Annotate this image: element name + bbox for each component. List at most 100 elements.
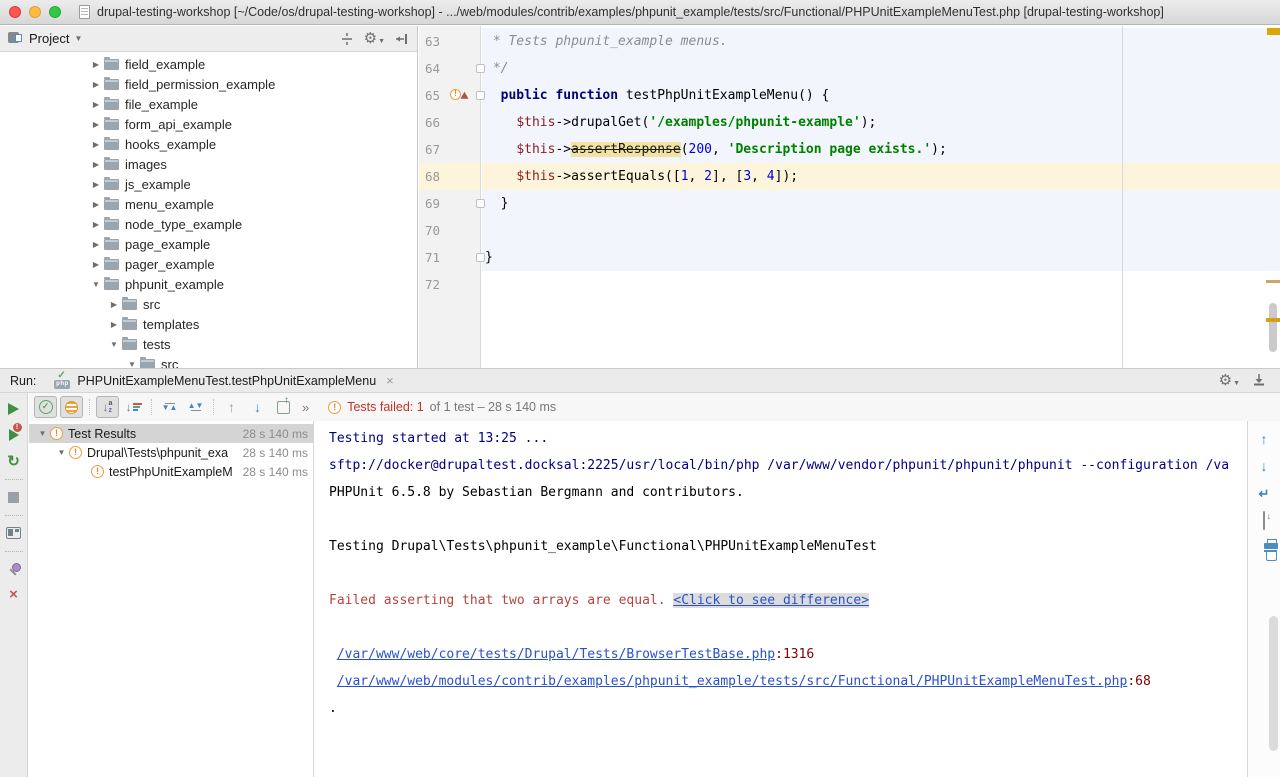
test-tree-item[interactable]: ▼!Drupal\Tests\phpunit_exa28 s 140 ms <box>29 443 313 462</box>
chevron-collapsed-icon[interactable]: ▶ <box>88 200 104 209</box>
tree-item-hooks_example[interactable]: ▶hooks_example <box>0 134 417 154</box>
console-link[interactable]: /var/www/web/core/tests/Drupal/Tests/Bro… <box>337 647 775 662</box>
close-panel-button[interactable]: × <box>9 587 18 603</box>
console-scrollbar[interactable] <box>1269 616 1278 751</box>
gutter-line: 68 <box>419 163 480 190</box>
folder-icon <box>104 99 119 110</box>
code-editor[interactable]: 636465!66676869707172 * Tests phpunit_ex… <box>419 26 1280 368</box>
chevron-collapsed-icon[interactable]: ▶ <box>88 180 104 189</box>
show-passed-button[interactable]: ✓ <box>34 396 57 418</box>
project-panel-title[interactable]: Project <box>29 31 69 46</box>
tree-item-src[interactable]: ▶ src <box>0 294 417 314</box>
chevron-collapsed-icon[interactable]: ▶ <box>88 160 104 169</box>
restore-layout-button[interactable] <box>6 525 21 541</box>
sort-by-duration-button[interactable]: ↓ <box>122 396 145 418</box>
tree-item-phpunit_example[interactable]: ▼phpunit_example <box>0 274 417 294</box>
pin-tab-button[interactable] <box>7 561 21 577</box>
fold-marker-icon[interactable] <box>476 91 485 100</box>
tree-item-file_example[interactable]: ▶file_example <box>0 94 417 114</box>
test-console: Testing started at 13:25 ...sftp://docke… <box>315 421 1280 777</box>
close-window-button[interactable] <box>9 6 21 18</box>
status-detail-text: of 1 test – 28 s 140 ms <box>430 400 556 414</box>
minimize-window-button[interactable] <box>29 6 41 18</box>
chevron-expanded-icon[interactable]: ▼ <box>124 360 140 369</box>
settings-gear-icon[interactable]: ⚙▼ <box>364 31 385 46</box>
sort-alphabetically-button[interactable]: ↓az <box>96 396 119 418</box>
chevron-collapsed-icon[interactable]: ▶ <box>88 220 104 229</box>
title-bar: drupal-testing-workshop [~/Code/os/drupa… <box>0 0 1280 25</box>
next-failed-test-button[interactable]: ↓ <box>246 396 269 418</box>
close-tab-icon[interactable]: × <box>386 373 394 388</box>
fold-marker-icon[interactable] <box>476 253 485 262</box>
run-tab[interactable]: ✓php PHPUnitExampleMenuTest.testPhpUnitE… <box>48 369 399 393</box>
fold-marker-icon[interactable] <box>476 64 485 73</box>
tree-item-js_example[interactable]: ▶js_example <box>0 174 417 194</box>
rerun-tests-button[interactable] <box>8 401 19 417</box>
tree-item-images[interactable]: ▶images <box>0 154 417 174</box>
collapse-all-button[interactable]: ▲▼ <box>184 396 207 418</box>
layout-icon <box>6 527 21 539</box>
tree-item-templates[interactable]: ▶templates <box>0 314 417 334</box>
rerun-failed-tests-button[interactable]: ! <box>9 427 19 443</box>
tree-item-form_api_example[interactable]: ▶form_api_example <box>0 114 417 134</box>
editor-code-area[interactable]: * Tests phpunit_example menus. */ public… <box>482 26 1280 368</box>
chevron-collapsed-icon[interactable]: ▶ <box>88 60 104 69</box>
tree-item-node_type_example[interactable]: ▶node_type_example <box>0 214 417 234</box>
chevron-collapsed-icon[interactable]: ▶ <box>88 240 104 249</box>
tree-item-pager_example[interactable]: ▶pager_example <box>0 254 417 274</box>
previous-failed-test-button[interactable]: ↑ <box>220 396 243 418</box>
tree-item-page_example[interactable]: ▶page_example <box>0 234 417 254</box>
locate-file-icon[interactable] <box>340 32 354 46</box>
navigate-up-button[interactable]: ↑ <box>1261 431 1268 449</box>
tree-item-label: field_permission_example <box>125 77 275 92</box>
minimize-panel-icon[interactable] <box>1252 373 1266 389</box>
soft-wrap-button[interactable]: ↵ <box>1259 485 1270 503</box>
chevron-expanded-icon[interactable]: ▼ <box>35 429 50 438</box>
chevron-expanded-icon[interactable]: ▼ <box>106 340 122 349</box>
chevron-expanded-icon[interactable]: ▼ <box>54 448 69 457</box>
ignored-circle-icon <box>65 401 78 414</box>
console-link[interactable]: /var/www/web/modules/contrib/examples/ph… <box>337 674 1128 689</box>
close-icon: × <box>9 588 18 602</box>
tree-item-field_permission_example[interactable]: ▶ field_permission_example <box>0 74 417 94</box>
test-failed-gutter-icon[interactable]: ! <box>450 89 468 102</box>
chevron-expanded-icon[interactable]: ▼ <box>88 280 104 289</box>
error-stripe-mark[interactable] <box>1266 280 1280 283</box>
expand-all-button[interactable]: ▼▲ <box>158 396 181 418</box>
more-actions-icon[interactable]: » <box>302 400 309 415</box>
settings-gear-icon[interactable]: ⚙▼ <box>1219 374 1240 388</box>
console-link[interactable]: <Click to see difference> <box>673 593 869 608</box>
show-ignored-button[interactable] <box>60 396 83 418</box>
failed-badge-icon: ! <box>13 423 22 432</box>
zoom-window-button[interactable] <box>49 6 61 18</box>
stop-button[interactable] <box>8 489 19 505</box>
right-margin-guide <box>1122 26 1123 368</box>
tree-item-field_example[interactable]: ▶field_example <box>0 54 417 74</box>
navigate-down-button[interactable]: ↓ <box>1261 458 1268 476</box>
tree-item-tests[interactable]: ▼tests <box>0 334 417 354</box>
folder-icon <box>104 199 119 210</box>
error-stripe-mark[interactable] <box>1266 318 1280 322</box>
chevron-collapsed-icon[interactable]: ▶ <box>88 80 104 89</box>
fold-marker-icon[interactable] <box>476 199 485 208</box>
hide-panel-icon[interactable] <box>395 33 409 45</box>
test-tree-item[interactable]: ▼!Test Results28 s 140 ms <box>29 424 313 443</box>
chevron-collapsed-icon[interactable]: ▶ <box>88 260 104 269</box>
chevron-collapsed-icon[interactable]: ▶ <box>106 300 122 309</box>
tree-item-menu_example[interactable]: ▶menu_example <box>0 194 417 214</box>
scroll-to-end-button[interactable] <box>1263 512 1265 530</box>
chevron-down-icon[interactable]: ▼ <box>74 34 82 43</box>
tree-item-src[interactable]: ▼src <box>0 354 417 368</box>
console-text: Failed asserting that two arrays are equ… <box>329 593 673 608</box>
import-test-results-button[interactable] <box>272 396 295 418</box>
chevron-collapsed-icon[interactable]: ▶ <box>88 140 104 149</box>
test-tree-item[interactable]: !testPhpUnitExampleM28 s 140 ms <box>29 462 313 481</box>
chevron-collapsed-icon[interactable]: ▶ <box>88 120 104 129</box>
run-left-toolbar: ! ↻ × <box>0 393 28 777</box>
editor-scrollbar[interactable] <box>1269 303 1277 352</box>
tree-item-label: src <box>143 297 160 312</box>
chevron-collapsed-icon[interactable]: ▶ <box>88 100 104 109</box>
toggle-auto-test-button[interactable]: ↻ <box>7 453 20 469</box>
chevron-collapsed-icon[interactable]: ▶ <box>106 320 122 329</box>
error-stripe-mark[interactable] <box>1267 28 1280 35</box>
